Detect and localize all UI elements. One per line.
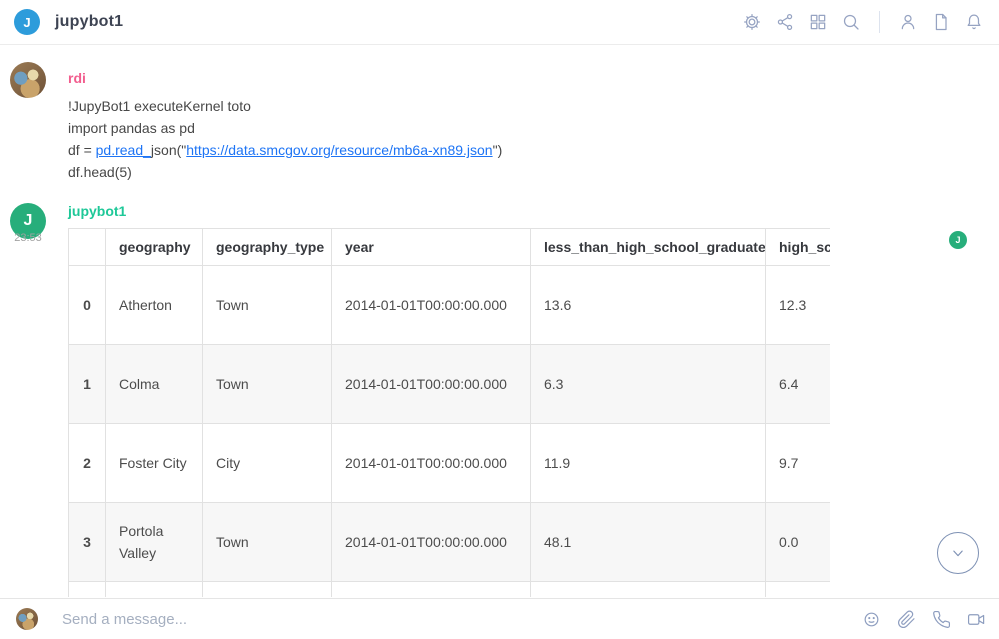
cell-index: 0 bbox=[69, 266, 106, 345]
composer-actions bbox=[860, 608, 987, 630]
message-text: import pandas as pd bbox=[68, 120, 195, 136]
cell-less-than-hs: 6.3 bbox=[531, 345, 766, 424]
cell-index: 1 bbox=[69, 345, 106, 424]
message-line: df = pd.read_json("https://data.smcgov.o… bbox=[68, 139, 502, 161]
share-icon[interactable] bbox=[774, 11, 796, 33]
message-timestamp: 23:53 bbox=[6, 232, 50, 244]
message-composer bbox=[0, 598, 999, 639]
file-icon[interactable] bbox=[930, 11, 952, 33]
table-row-clipped bbox=[69, 582, 831, 598]
column-header: less_than_high_school_graduate bbox=[531, 229, 766, 266]
video-camera-icon[interactable] bbox=[965, 608, 987, 630]
cell-year: 2014-01-01T00:00:00.000 bbox=[332, 345, 531, 424]
message-input[interactable] bbox=[62, 611, 860, 628]
username-jupybot1[interactable]: jupybot1 bbox=[68, 203, 126, 219]
gear-icon[interactable] bbox=[741, 11, 763, 33]
cell-hs-graduate: 0.0 bbox=[766, 503, 831, 582]
paperclip-icon[interactable] bbox=[895, 608, 917, 630]
emoji-icon[interactable] bbox=[860, 608, 882, 630]
dataframe-table: geography geography_type year less_than_… bbox=[68, 228, 830, 597]
cell-index: 3 bbox=[69, 503, 106, 582]
cell-geography-type: Town bbox=[203, 503, 332, 582]
message-text: !JupyBot1 executeKernel toto bbox=[68, 98, 251, 114]
seen-by-badge: J bbox=[949, 231, 967, 249]
table-row: 0 Atherton Town 2014-01-01T00:00:00.000 … bbox=[69, 266, 831, 345]
table-row: 3 Portola Valley Town 2014-01-01T00:00:0… bbox=[69, 503, 831, 582]
bell-icon[interactable] bbox=[963, 11, 985, 33]
apps-grid-icon[interactable] bbox=[807, 11, 829, 33]
top-bar: J jupybot1 bbox=[0, 0, 999, 45]
cell-geography: Foster City bbox=[106, 424, 203, 503]
topbar-actions bbox=[741, 11, 985, 33]
message-rdi-body: !JupyBot1 executeKernel toto import pand… bbox=[68, 95, 502, 183]
column-header bbox=[69, 229, 106, 266]
message-line: !JupyBot1 executeKernel toto bbox=[68, 95, 502, 117]
message-line: df.head(5) bbox=[68, 161, 502, 183]
message-line: import pandas as pd bbox=[68, 117, 502, 139]
search-icon[interactable] bbox=[840, 11, 862, 33]
phone-icon[interactable] bbox=[930, 608, 952, 630]
topbar-divider bbox=[879, 11, 880, 33]
user-icon[interactable] bbox=[897, 11, 919, 33]
cell-hs-graduate: 12.3 bbox=[766, 266, 831, 345]
table-row: 1 Colma Town 2014-01-01T00:00:00.000 6.3… bbox=[69, 345, 831, 424]
cell-geography: Portola Valley bbox=[106, 503, 203, 582]
channel-avatar[interactable]: J bbox=[14, 9, 40, 35]
column-header: geography bbox=[106, 229, 203, 266]
table-header-row: geography geography_type year less_than_… bbox=[69, 229, 831, 266]
cell-geography-type: Town bbox=[203, 345, 332, 424]
column-header: high_school_graduate bbox=[766, 229, 831, 266]
username-rdi[interactable]: rdi bbox=[68, 70, 86, 86]
chevron-down-icon bbox=[949, 544, 967, 562]
cell-geography: Atherton bbox=[106, 266, 203, 345]
cell-less-than-hs: 13.6 bbox=[531, 266, 766, 345]
cell-geography: Colma bbox=[106, 345, 203, 424]
link-pd-read[interactable]: pd.read_ bbox=[96, 142, 151, 158]
message-text: ") bbox=[493, 142, 503, 158]
scroll-to-bottom-button[interactable] bbox=[937, 532, 979, 574]
cell-geography-type: Town bbox=[203, 266, 332, 345]
cell-year: 2014-01-01T00:00:00.000 bbox=[332, 503, 531, 582]
message-text: json(" bbox=[151, 142, 186, 158]
cell-less-than-hs: 11.9 bbox=[531, 424, 766, 503]
link-dataset-url[interactable]: https://data.smcgov.org/resource/mb6a-xn… bbox=[186, 142, 492, 158]
cell-index: 2 bbox=[69, 424, 106, 503]
cell-less-than-hs: 48.1 bbox=[531, 503, 766, 582]
message-text: df.head(5) bbox=[68, 164, 132, 180]
cell-geography-type: City bbox=[203, 424, 332, 503]
column-header: year bbox=[332, 229, 531, 266]
cell-hs-graduate: 6.4 bbox=[766, 345, 831, 424]
composer-user-avatar[interactable] bbox=[16, 608, 38, 630]
cell-year: 2014-01-01T00:00:00.000 bbox=[332, 424, 531, 503]
channel-title: jupybot1 bbox=[55, 13, 123, 31]
column-header: geography_type bbox=[203, 229, 332, 266]
table-row: 2 Foster City City 2014-01-01T00:00:00.0… bbox=[69, 424, 831, 503]
avatar-rdi[interactable] bbox=[10, 62, 46, 98]
message-text: df = bbox=[68, 142, 96, 158]
cell-hs-graduate: 9.7 bbox=[766, 424, 831, 503]
cell-year: 2014-01-01T00:00:00.000 bbox=[332, 266, 531, 345]
